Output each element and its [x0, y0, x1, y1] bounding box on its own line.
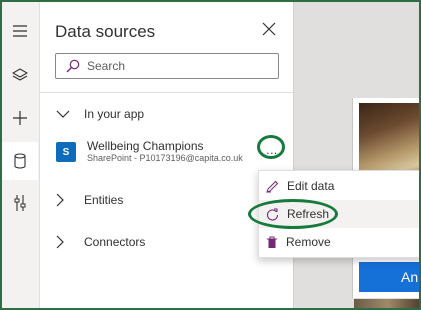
card-image-2[interactable] [354, 299, 419, 308]
source-connection: SharePoint - P10173196@capita.co.uk [87, 153, 243, 163]
menu-item-edit-data[interactable]: Edit data [259, 172, 419, 200]
group-in-your-app[interactable]: In your app [56, 107, 144, 121]
close-button[interactable] [262, 22, 278, 38]
card-button[interactable]: Ani [359, 262, 419, 292]
layers-icon [12, 68, 28, 81]
menu-label: Edit data [287, 179, 335, 193]
search-box [55, 53, 279, 79]
insert-button[interactable] [2, 99, 38, 137]
data-button[interactable] [2, 142, 38, 180]
plus-icon [13, 111, 27, 125]
hamburger-icon [13, 25, 27, 37]
annotation-ring-more [257, 135, 285, 159]
data-source-item[interactable]: S Wellbeing Champions SharePoint - P1017… [56, 139, 286, 169]
menu-label: Remove [286, 235, 331, 249]
search-icon [66, 59, 80, 73]
source-name: Wellbeing Champions [87, 139, 204, 153]
group-label: Connectors [84, 235, 146, 249]
panel-title: Data sources [55, 22, 156, 41]
close-icon [262, 22, 276, 36]
annotation-ring-refresh [248, 199, 338, 229]
sharepoint-icon: S [56, 142, 76, 162]
advanced-tools-button[interactable] [2, 184, 38, 222]
data-sources-panel: Data sources In your app S Wellbeing Cha… [40, 2, 294, 308]
group-entities[interactable]: Entities [56, 193, 123, 207]
chevron-down-icon [56, 110, 70, 118]
tools-icon [14, 195, 26, 211]
chevron-right-icon [56, 235, 64, 249]
group-label: Entities [84, 193, 124, 207]
left-rail [2, 2, 40, 308]
group-connectors[interactable]: Connectors [56, 235, 145, 249]
database-icon [14, 153, 26, 169]
app-frame: Data sources In your app S Wellbeing Cha… [0, 0, 421, 310]
menu-item-remove[interactable]: Remove [259, 228, 419, 256]
menu-button[interactable] [2, 12, 38, 50]
pencil-icon [266, 180, 279, 193]
tree-view-button[interactable] [2, 56, 38, 94]
group-label: In your app [84, 107, 145, 121]
trash-icon [267, 236, 277, 248]
search-input[interactable] [87, 59, 257, 73]
chevron-right-icon [56, 193, 64, 207]
divider [40, 92, 293, 93]
